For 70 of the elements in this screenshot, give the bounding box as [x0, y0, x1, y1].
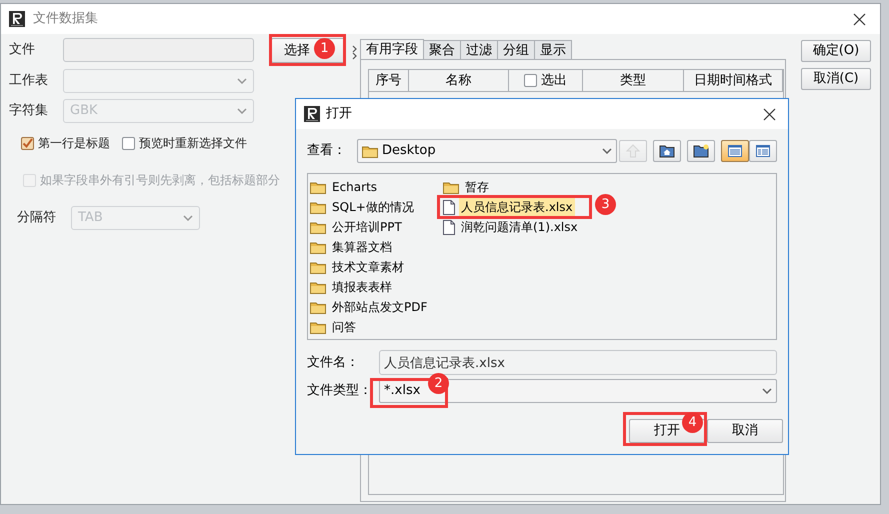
document-icon	[443, 220, 455, 234]
new-folder-icon	[693, 143, 709, 159]
tab[interactable]: 过滤	[460, 40, 498, 59]
checkbox[interactable]	[122, 136, 135, 150]
dialog-button[interactable]: 取消(C)	[801, 68, 871, 90]
checkbox-label: 预览时重新选择文件	[139, 135, 247, 152]
window-title: 文件数据集	[33, 10, 98, 28]
folder-icon	[310, 220, 326, 234]
dialog-button[interactable]: 取消	[707, 419, 783, 443]
look-in-dropdown[interactable]: Desktop	[357, 139, 617, 163]
folder-icon	[310, 240, 326, 254]
folder-icon	[310, 280, 326, 294]
app-logo-icon	[9, 11, 25, 27]
checkbox-label: 第一行是标题	[38, 135, 110, 152]
new-folder-button[interactable]	[687, 140, 715, 162]
folder-icon	[310, 320, 326, 334]
tab[interactable]: 聚合	[423, 40, 461, 59]
folder-icon	[310, 260, 326, 274]
column-label: 选出	[541, 72, 567, 90]
app-logo-icon	[304, 106, 320, 122]
close-icon[interactable]	[763, 108, 776, 120]
file-item[interactable]: 问答	[330, 318, 358, 336]
file-item[interactable]: 公开培训PPT	[330, 218, 404, 236]
document-icon	[443, 200, 455, 214]
tab[interactable]: 显示	[534, 40, 572, 59]
file-item[interactable]: 填报表表样	[330, 278, 394, 296]
chevron-down-icon	[602, 148, 612, 154]
file-item[interactable]: 集算器文档	[330, 238, 394, 256]
field-label: 工作表	[9, 72, 49, 90]
checkbox[interactable]	[21, 136, 34, 150]
checkbox-label: 如果字段串外有引号则先剥离，包括标题部分	[40, 172, 280, 189]
tab[interactable]: 有用字段	[360, 39, 424, 59]
chevron-down-icon	[237, 78, 247, 84]
file-item[interactable]: 人员信息记录表.xlsx	[459, 198, 575, 216]
file-item[interactable]: 外部站点发文PDF	[330, 298, 430, 316]
chevron-down-icon	[762, 388, 772, 394]
file-name-field[interactable]: 人员信息记录表.xlsx	[379, 350, 777, 375]
list-view-button[interactable]	[721, 140, 749, 162]
checkbox[interactable]	[524, 74, 537, 87]
field-label: 字符集	[9, 102, 49, 120]
details-view-icon	[755, 143, 771, 159]
file-item[interactable]: SQL+做的情况	[330, 198, 416, 216]
chevron-down-icon	[237, 108, 247, 114]
file-name-label: 文件名：	[307, 354, 360, 372]
folder-icon	[362, 144, 378, 158]
chevron-down-icon	[183, 215, 193, 221]
tab[interactable]: 分组	[497, 40, 535, 59]
dialog-title: 打开	[326, 105, 352, 124]
home-folder-icon	[659, 143, 675, 159]
close-icon[interactable]	[853, 12, 866, 26]
input-field[interactable]	[63, 38, 254, 62]
details-view-button[interactable]	[749, 140, 777, 162]
folder-icon	[310, 200, 326, 214]
file-item[interactable]: 技术文章素材	[330, 258, 406, 276]
step-badge: 3	[595, 194, 616, 215]
field-label: 文件	[9, 41, 36, 60]
file-type-label: 文件类型：	[307, 382, 373, 400]
look-in-label: 查看：	[307, 142, 347, 160]
folder-icon	[443, 180, 459, 194]
dialog-button[interactable]: 确定(O)	[801, 40, 871, 62]
splitter-handle-icon[interactable]	[352, 44, 357, 60]
field-label: 分隔符	[17, 209, 57, 228]
folder-icon	[310, 300, 326, 314]
home-folder-button[interactable]	[653, 140, 681, 162]
folder-icon	[310, 180, 326, 194]
list-view-icon	[727, 143, 743, 159]
file-item[interactable]: 润乾问题清单(1).xlsx	[459, 218, 580, 236]
file-item[interactable]: 暂存	[463, 178, 491, 196]
file-item[interactable]: Echarts	[330, 178, 380, 196]
up-arrow-icon	[625, 143, 641, 159]
